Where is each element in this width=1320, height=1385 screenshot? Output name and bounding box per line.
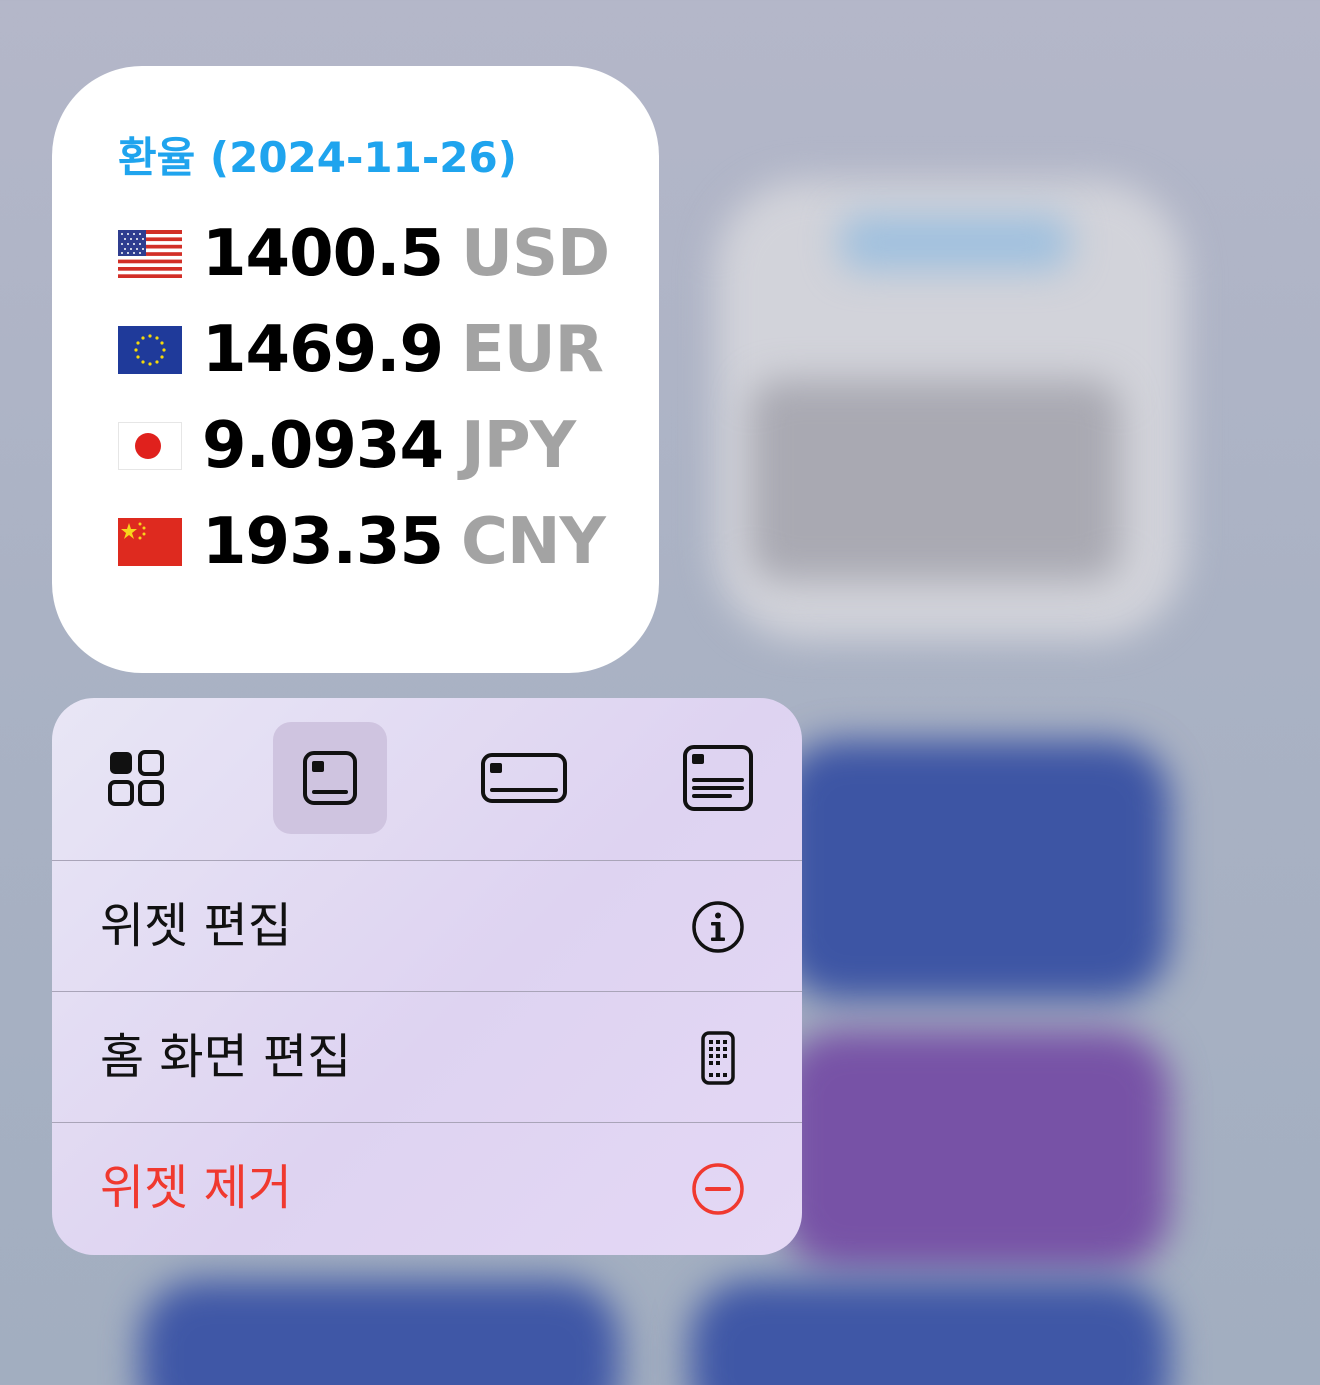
widget-title: 환율 (2024-11-26) [118,133,517,182]
size-small-button[interactable] [79,722,193,834]
jp-flag-icon [118,422,182,470]
rate-row-cny: 193.35 CNY [118,494,659,590]
rate-row-usd: 1400.5 USD [118,206,659,302]
currency-code-eur: EUR [460,313,604,387]
widget-size-selector [52,698,802,861]
size-wide-button[interactable] [467,722,581,834]
info-circle-icon [690,899,746,955]
background-widget-inner-blur [750,380,1120,580]
eu-flag-icon [118,326,182,374]
rate-value-jpy: 9.0934 [202,409,444,483]
background-dock-left-blur [140,1280,620,1385]
phone-apps-icon [690,1030,746,1086]
menu-item-edit-widget[interactable]: 위젯 편집 [52,861,802,992]
background-app-purple-blur [780,1030,1170,1270]
minus-circle-icon [690,1161,746,1217]
menu-item-edit-widget-label: 위젯 편집 [100,898,292,954]
background-dock-right-blur [690,1280,1170,1385]
currency-code-cny: CNY [460,505,606,579]
size-medium-button[interactable] [273,722,387,834]
rate-row-jpy: 9.0934 JPY [118,398,659,494]
menu-item-remove-widget[interactable]: 위젯 제거 [52,1123,802,1254]
small-widget-size-icon [108,750,164,806]
large-widget-size-icon [683,745,753,811]
currency-code-usd: USD [460,217,610,291]
menu-item-edit-home-screen-label: 홈 화면 편집 [100,1029,352,1085]
menu-item-edit-home-screen[interactable]: 홈 화면 편집 [52,992,802,1123]
rate-row-eur: 1469.9 EUR [118,302,659,398]
currency-code-jpy: JPY [460,409,576,483]
widget-context-menu: 위젯 편집 홈 화면 편집 위젯 제거 [52,698,802,1255]
background-widget-bar-blur [840,215,1070,270]
medium-widget-size-icon [303,751,357,805]
rate-value-usd: 1400.5 [202,217,444,291]
wide-widget-size-icon [481,753,567,803]
cn-flag-icon [118,518,182,566]
us-flag-icon [118,230,182,278]
background-app-blue-blur [780,740,1170,1000]
exchange-rate-widget[interactable]: 환율 (2024-11-26) 1400.5 USD 1469.9 EUR 9.… [52,66,659,673]
size-large-button[interactable] [661,722,775,834]
rate-value-eur: 1469.9 [202,313,444,387]
menu-item-remove-widget-label: 위젯 제거 [100,1160,292,1216]
rate-value-cny: 193.35 [202,505,444,579]
